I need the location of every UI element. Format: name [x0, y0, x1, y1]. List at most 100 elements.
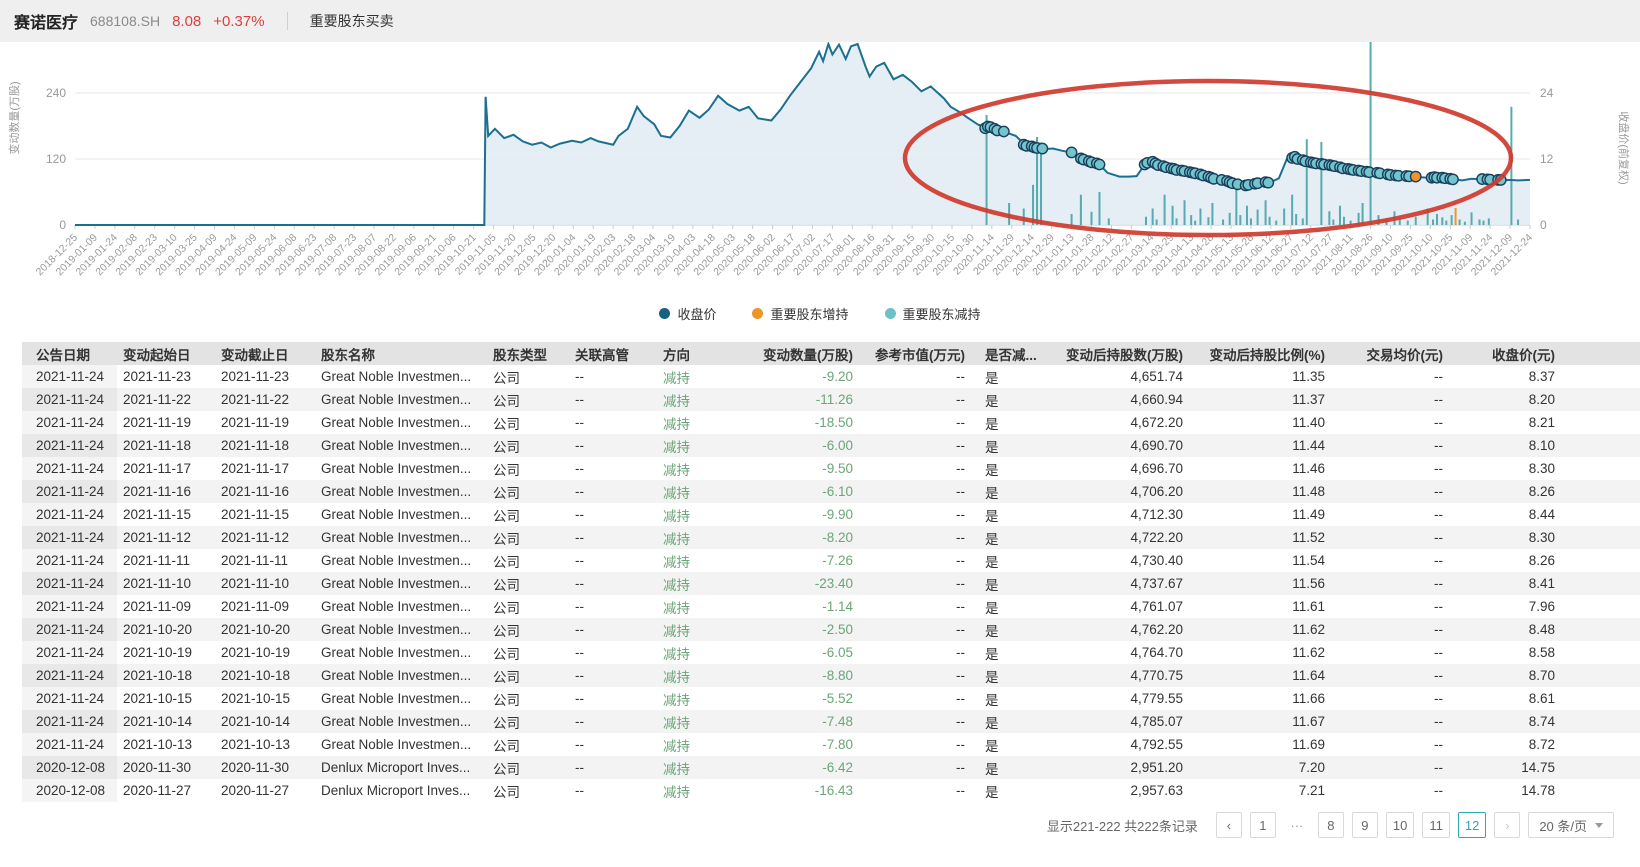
table-cell: -- — [1339, 733, 1457, 756]
table-cell: Denlux Microport Inves... — [315, 779, 487, 802]
table-cell: -- — [569, 480, 657, 503]
column-header: 方向 — [657, 342, 749, 365]
table-cell: -16.43 — [749, 779, 867, 802]
page-button-9[interactable]: 9 — [1352, 812, 1378, 838]
table-cell: 2021-11-24 — [22, 641, 117, 664]
legend-dot-icon — [885, 308, 896, 319]
stock-change-percent: +0.37% — [213, 13, 264, 30]
table-cell: -- — [867, 779, 979, 802]
table-row: 2021-11-242021-11-162021-11-16Great Nobl… — [22, 480, 1640, 503]
pagination-bar: 显示221-222 共222条记录 ‹ 1 ··· 89 10 11 12 › 20 条/… — [0, 812, 1614, 838]
table-cell: -6.00 — [749, 434, 867, 457]
table-header-row: 公告日期变动起始日变动截止日股东名称股东类型关联高管方向变动数量(万股)参考市值… — [22, 342, 1640, 365]
table-cell: Great Noble Investmen... — [315, 526, 487, 549]
table-cell: 2021-11-24 — [22, 595, 117, 618]
table-cell: 4,762.20 — [1057, 618, 1197, 641]
legend-dot-icon — [659, 308, 670, 319]
table-cell: -- — [867, 595, 979, 618]
page-size-value: 20 条/页 — [1539, 816, 1587, 835]
next-page-button[interactable]: › — [1494, 812, 1520, 838]
table-cell: Great Noble Investmen... — [315, 618, 487, 641]
prev-page-button[interactable]: ‹ — [1216, 812, 1242, 838]
shareholder-trading-chart[interactable]: 012024001224变动数量(万股)收盘价(前复权)2018-12-2520… — [0, 42, 1640, 326]
table-cell: Great Noble Investmen... — [315, 411, 487, 434]
chart-legend: 收盘价 重要股东增持 重要股东减持 — [0, 300, 1640, 326]
page-button-1[interactable]: 1 — [1250, 812, 1276, 838]
table-row: 2021-11-242021-10-132021-10-13Great Nobl… — [22, 733, 1640, 756]
page-button-12[interactable]: 12 — [1458, 812, 1486, 838]
table-cell: 2021-11-24 — [22, 503, 117, 526]
table-cell: 减持 — [657, 457, 749, 480]
table-cell: 2021-11-23 — [117, 365, 215, 388]
table-cell: -- — [569, 457, 657, 480]
table-cell: 公司 — [487, 664, 569, 687]
page-size-select[interactable]: 20 条/页 — [1528, 812, 1614, 838]
table-cell: 7.20 — [1197, 756, 1339, 779]
table-cell: -- — [1339, 618, 1457, 641]
table-cell: Great Noble Investmen... — [315, 457, 487, 480]
table-cell: 2021-10-15 — [215, 687, 315, 710]
chart-canvas[interactable]: 012024001224变动数量(万股)收盘价(前复权)2018-12-2520… — [0, 42, 1640, 300]
table-cell: -- — [867, 503, 979, 526]
table-cell: 2021-11-17 — [117, 457, 215, 480]
table-cell: -- — [569, 434, 657, 457]
legend-item[interactable]: 收盘价 — [659, 304, 716, 323]
column-header: 股东类型 — [487, 342, 569, 365]
left-axis-tick: 120 — [46, 152, 66, 166]
table-cell: 2021-11-18 — [117, 434, 215, 457]
table-cell: 减持 — [657, 549, 749, 572]
table-cell: 11.49 — [1197, 503, 1339, 526]
table-cell: -- — [867, 733, 979, 756]
chevron-down-icon — [1595, 823, 1603, 828]
record-count-summary: 显示221-222 共222条记录 — [1047, 816, 1198, 835]
column-header: 变动后持股数(万股) — [1057, 342, 1197, 365]
table-cell: 2,957.63 — [1057, 779, 1197, 802]
left-axis-tick: 0 — [59, 218, 66, 232]
table-cell: 是 — [979, 365, 1057, 388]
table-cell: -- — [569, 710, 657, 733]
table-row: 2020-12-082020-11-302020-11-30Denlux Mic… — [22, 756, 1640, 779]
legend-item[interactable]: 重要股东减持 — [885, 304, 981, 323]
table-cell: 是 — [979, 480, 1057, 503]
page-button-10[interactable]: 10 — [1386, 812, 1414, 838]
table-cell: -9.90 — [749, 503, 867, 526]
table-cell: 11.67 — [1197, 710, 1339, 733]
table-cell: 2021-11-24 — [22, 365, 117, 388]
table-cell: 2021-11-15 — [117, 503, 215, 526]
table-cell: 2021-11-11 — [117, 549, 215, 572]
reduction-marker — [1094, 159, 1104, 169]
table-cell: 4,792.55 — [1057, 733, 1197, 756]
nav-item-important-shareholder-trading[interactable]: 重要股东买卖 — [310, 11, 394, 31]
page-button-11[interactable]: 11 — [1422, 812, 1450, 838]
table-cell: 2021-11-10 — [215, 572, 315, 595]
table-cell: -- — [1339, 411, 1457, 434]
table-cell: 11.62 — [1197, 641, 1339, 664]
table-cell: 2021-11-24 — [22, 411, 117, 434]
legend-label: 重要股东减持 — [903, 304, 981, 323]
table-cell: -- — [1339, 365, 1457, 388]
table-cell: 11.62 — [1197, 618, 1339, 641]
legend-item[interactable]: 重要股东增持 — [752, 304, 848, 323]
table-cell: 是 — [979, 710, 1057, 733]
table-cell: -- — [569, 503, 657, 526]
column-header: 公告日期 — [22, 342, 117, 365]
table-cell: 2021-11-24 — [22, 549, 117, 572]
column-header: 交易均价(元) — [1339, 342, 1457, 365]
table-cell: 是 — [979, 411, 1057, 434]
table-cell: 11.48 — [1197, 480, 1339, 503]
table-cell: 11.35 — [1197, 365, 1339, 388]
shareholder-trades-table-area: 公告日期变动起始日变动截止日股东名称股东类型关联高管方向变动数量(万股)参考市值… — [22, 342, 1640, 802]
table-cell: 8.37 — [1457, 365, 1569, 388]
page-ellipsis: ··· — [1284, 812, 1310, 838]
table-cell: 8.58 — [1457, 641, 1569, 664]
table-cell: -- — [867, 618, 979, 641]
table-cell: 是 — [979, 457, 1057, 480]
table-cell: Great Noble Investmen... — [315, 572, 487, 595]
page-button-8[interactable]: 8 — [1318, 812, 1344, 838]
table-cell: -5.52 — [749, 687, 867, 710]
table-cell: Great Noble Investmen... — [315, 595, 487, 618]
column-header: 参考市值(万元) — [867, 342, 979, 365]
table-cell: 2021-11-16 — [117, 480, 215, 503]
table-cell: 2021-11-24 — [22, 480, 117, 503]
table-cell: 11.54 — [1197, 549, 1339, 572]
